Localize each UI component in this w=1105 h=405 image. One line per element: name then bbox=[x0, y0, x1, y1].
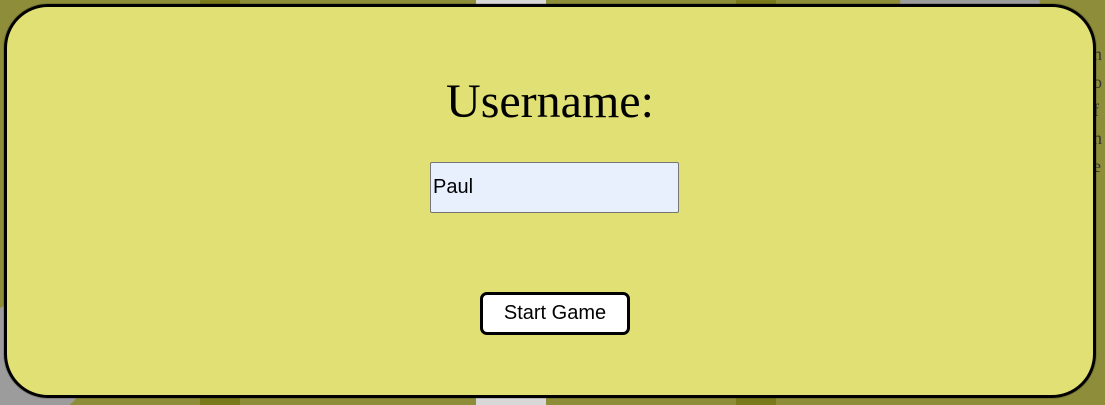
start-game-button[interactable]: Start Game bbox=[480, 292, 630, 335]
username-input[interactable] bbox=[430, 162, 679, 213]
username-modal: Username: Start Game bbox=[4, 4, 1096, 398]
username-label: Username: bbox=[446, 75, 654, 128]
